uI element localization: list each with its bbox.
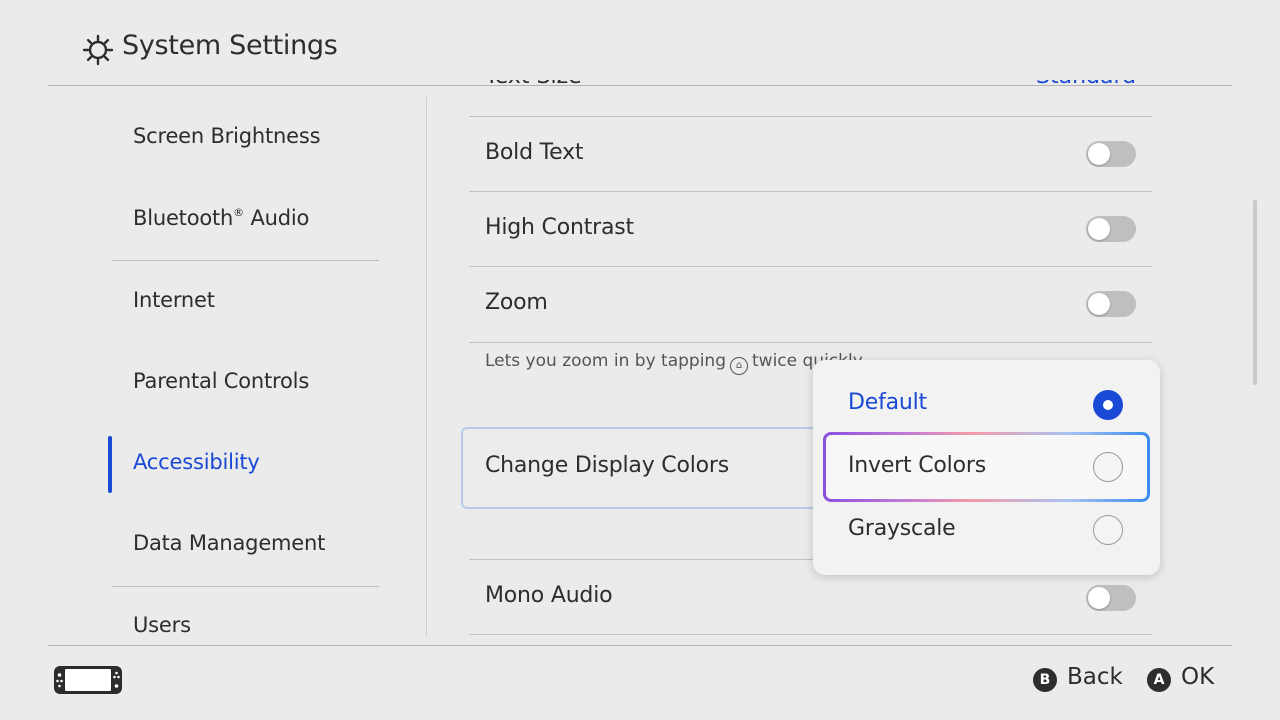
zoom-label[interactable]: Zoom: [485, 290, 548, 315]
sidebar-divider: [112, 586, 379, 587]
sidebar-item-parental-controls[interactable]: Parental Controls: [133, 369, 309, 393]
toggle-knob: [1088, 587, 1110, 609]
sidebar-item-label-rest: Audio: [243, 206, 310, 230]
row-divider: [469, 266, 1152, 267]
sidebar-item-data-management[interactable]: Data Management: [133, 531, 325, 555]
sidebar-item-label: Parental Controls: [133, 369, 310, 393]
high-contrast-label[interactable]: High Contrast: [485, 215, 634, 240]
sidebar-item-internet[interactable]: Internet: [133, 288, 215, 312]
sidebar-separator: [426, 97, 427, 637]
b-button-icon[interactable]: B: [1033, 668, 1057, 692]
high-contrast-toggle[interactable]: [1086, 216, 1136, 242]
console-icon: [54, 666, 122, 694]
row-divider: [469, 634, 1152, 635]
change-display-colors-label[interactable]: Change Display Colors: [485, 453, 729, 478]
option-default-radio[interactable]: [1093, 390, 1123, 420]
text-size-label[interactable]: Text Size: [485, 80, 582, 89]
sidebar-item-label: Internet: [133, 288, 215, 312]
option-grayscale-label[interactable]: Grayscale: [848, 516, 956, 541]
mono-audio-label[interactable]: Mono Audio: [485, 583, 613, 608]
sidebar-item-users[interactable]: Users: [133, 613, 191, 637]
toggle-knob: [1088, 218, 1110, 240]
sidebar-item-accessibility[interactable]: Accessibility: [133, 450, 260, 474]
sidebar-divider: [112, 260, 379, 261]
ok-button[interactable]: OK: [1181, 664, 1214, 690]
option-grayscale-radio[interactable]: [1093, 515, 1123, 545]
sidebar-item-label: Bluetooth: [133, 206, 234, 230]
scrollbar[interactable]: [1253, 200, 1257, 385]
sidebar-item-label: Screen Brightness: [133, 124, 321, 148]
bold-text-toggle[interactable]: [1086, 141, 1136, 167]
sidebar-item-label: Data Management: [133, 531, 326, 555]
page-title: System Settings: [122, 30, 338, 61]
option-invert-colors-radio[interactable]: [1093, 452, 1123, 482]
zoom-description: Lets you zoom in by tapping ⌂ twice quickl…: [485, 351, 866, 375]
row-divider: [469, 116, 1152, 117]
option-invert-colors-label[interactable]: Invert Colors: [848, 453, 986, 478]
mono-audio-toggle[interactable]: [1086, 585, 1136, 611]
zoom-toggle[interactable]: [1086, 291, 1136, 317]
sidebar-item-label: Users: [133, 613, 191, 637]
sidebar-item-label: Accessibility: [133, 450, 260, 474]
toggle-knob: [1088, 293, 1110, 315]
a-button-icon[interactable]: A: [1147, 668, 1171, 692]
toggle-knob: [1088, 143, 1110, 165]
zoom-description-text: Lets you zoom in by tapping: [485, 351, 726, 371]
row-divider: [469, 191, 1152, 192]
back-button[interactable]: Back: [1067, 664, 1123, 690]
registered-mark: ®: [233, 206, 244, 219]
home-button-icon: ⌂: [730, 357, 748, 375]
sidebar-item-screen-brightness[interactable]: Screen Brightness: [133, 124, 321, 148]
text-size-value: Standard: [1036, 64, 1137, 89]
sidebar-item-bluetooth-audio[interactable]: Bluetooth® Audio: [133, 206, 309, 230]
footer-divider: [48, 645, 1232, 646]
gear-icon: [82, 34, 114, 66]
active-indicator: [108, 436, 112, 493]
bold-text-label[interactable]: Bold Text: [485, 140, 584, 165]
row-divider: [469, 342, 1152, 343]
option-default-label[interactable]: Default: [848, 390, 927, 415]
